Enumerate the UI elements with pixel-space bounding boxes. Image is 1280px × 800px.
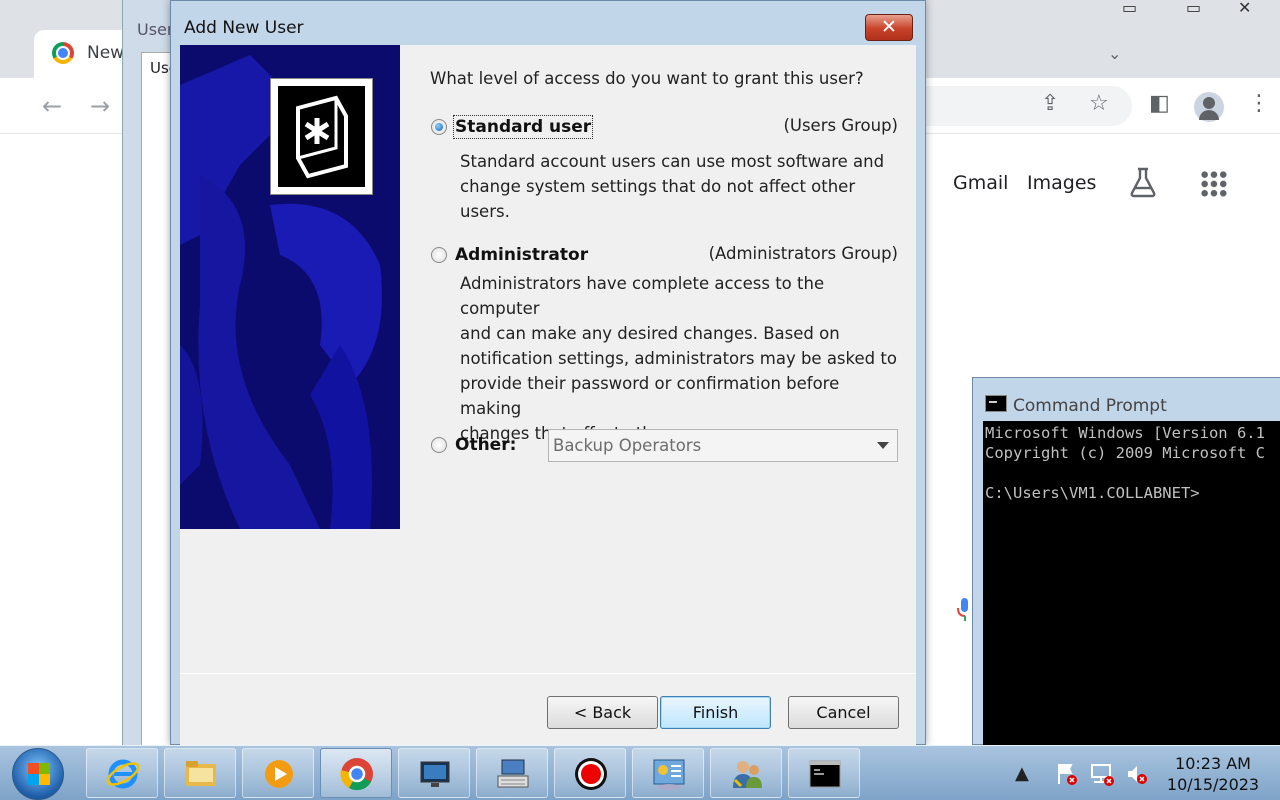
chevron-down-icon (877, 442, 889, 449)
volume-muted-icon[interactable] (1125, 762, 1149, 786)
dialog-title: Add New User (184, 18, 304, 38)
chrome-tab-title: New (87, 43, 125, 63)
administrators-group-label: (Administrators Group) (708, 244, 898, 263)
description-line: and can make any desired changes. Based … (460, 324, 840, 343)
mmc-title: User (137, 20, 174, 39)
images-link[interactable]: Images (1027, 172, 1096, 194)
other-label[interactable]: Other: (455, 435, 516, 455)
internet-explorer-icon (106, 759, 140, 789)
command-prompt-window[interactable]: Command Prompt Microsoft Windows [Versio… (972, 377, 1280, 746)
forward-arrow-icon[interactable]: → (90, 92, 110, 120)
cmd-console[interactable]: Microsoft Windows [Version 6.1 Copyright… (983, 421, 1280, 746)
back-arrow-icon[interactable]: ← (42, 92, 62, 120)
cmd-line: Microsoft Windows [Version 6.1 (985, 424, 1265, 442)
administrator-radio[interactable] (431, 247, 447, 263)
system-clock[interactable]: 10:23 AM 10/15/2023 (1158, 753, 1268, 795)
google-apps-icon[interactable] (1200, 170, 1228, 198)
description-line: Administrators have complete access to t… (460, 274, 825, 318)
user-accounts-icon (270, 78, 373, 195)
wizard-banner-image (180, 45, 400, 529)
clock-time: 10:23 AM (1175, 754, 1251, 773)
media-player-icon (265, 760, 293, 788)
chrome-restore-icon[interactable]: ▭ (1122, 0, 1137, 17)
description-line: Standard account users can use most soft… (460, 152, 885, 171)
cmd-icon (809, 760, 841, 788)
sidepanel-icon[interactable]: ◧ (1149, 92, 1170, 116)
taskbar-media-player[interactable] (242, 748, 314, 798)
description-line: notification settings, administrators ma… (460, 349, 897, 368)
chrome-logo-icon (52, 42, 74, 64)
users-key-icon (733, 761, 762, 788)
button-separator (180, 673, 916, 674)
taskbar-internet-explorer[interactable] (86, 748, 158, 798)
star-icon[interactable]: ☆ (1089, 92, 1109, 116)
other-group-select[interactable]: Backup Operators (548, 429, 898, 462)
chrome-close-icon[interactable]: ✕ (1238, 0, 1251, 17)
cmd-line: Copyright (c) 2009 Microsoft C (985, 444, 1265, 462)
standard-user-label[interactable]: Standard user (452, 115, 594, 139)
gmail-link[interactable]: Gmail (953, 172, 1008, 194)
taskbar-windows-explorer[interactable] (164, 748, 236, 798)
record-icon (575, 758, 607, 790)
other-group-select-value: Backup Operators (553, 436, 702, 455)
network-icon[interactable] (1089, 762, 1115, 786)
taskbar-recorder[interactable] (554, 748, 626, 798)
finish-button[interactable]: Finish (660, 696, 771, 729)
add-new-user-dialog: Add New User ✕ What level of access do y… (170, 0, 926, 746)
administrator-label[interactable]: Administrator (455, 245, 588, 265)
windows-logo-icon (28, 763, 50, 785)
monitor-icon (420, 761, 450, 787)
taskbar-keyboard-settings[interactable] (476, 748, 548, 798)
back-button[interactable]: < Back (547, 696, 658, 729)
keyboard-icon (497, 759, 529, 788)
taskbar: ▲ 10:23 AM 10/15/2023 (0, 745, 1280, 800)
clock-date: 10/15/2023 (1166, 775, 1260, 794)
taskbar-user-accounts[interactable] (710, 748, 782, 798)
cmd-window-icon (985, 395, 1007, 412)
administrator-description: Administrators have complete access to t… (460, 271, 905, 446)
cmd-title: Command Prompt (1013, 396, 1167, 416)
labs-flask-icon[interactable] (1127, 166, 1159, 198)
profile-icon[interactable] (1194, 92, 1224, 122)
taskbar-remote-desktop[interactable] (398, 748, 470, 798)
cancel-button[interactable]: Cancel (788, 696, 899, 729)
dialog-body: What level of access do you want to gran… (180, 45, 916, 746)
taskbar-server-manager[interactable] (632, 748, 704, 798)
users-group-label: (Users Group) (783, 116, 898, 135)
microphone-icon[interactable] (955, 596, 969, 622)
local-users-window: User Use (122, 0, 181, 752)
show-hidden-icons-icon[interactable]: ▲ (1015, 763, 1029, 784)
server-manager-icon (653, 759, 685, 790)
taskbar-chrome[interactable] (320, 748, 392, 798)
description-line: provide their password or confirmation b… (460, 374, 840, 418)
start-button[interactable] (12, 748, 64, 800)
access-question: What level of access do you want to gran… (430, 69, 864, 88)
share-icon[interactable]: ⇪ (1041, 92, 1059, 116)
chrome-maximize-icon[interactable]: ▭ (1186, 0, 1201, 17)
description-line: change system settings that do not affec… (460, 177, 856, 221)
action-center-flag-icon[interactable] (1055, 762, 1079, 786)
taskbar-command-prompt[interactable] (788, 748, 860, 798)
cmd-prompt-line: C:\Users\VM1.COLLABNET> (985, 484, 1200, 502)
tab-search-chevron-icon[interactable]: ⌄ (1108, 44, 1121, 63)
dialog-close-button[interactable]: ✕ (865, 14, 913, 41)
standard-user-radio[interactable] (431, 119, 447, 135)
chrome-icon (340, 758, 373, 791)
menu-icon[interactable]: ⋮ (1248, 92, 1270, 116)
other-radio[interactable] (431, 437, 447, 453)
folder-icon (186, 761, 216, 786)
standard-user-description: Standard account users can use most soft… (460, 149, 905, 224)
